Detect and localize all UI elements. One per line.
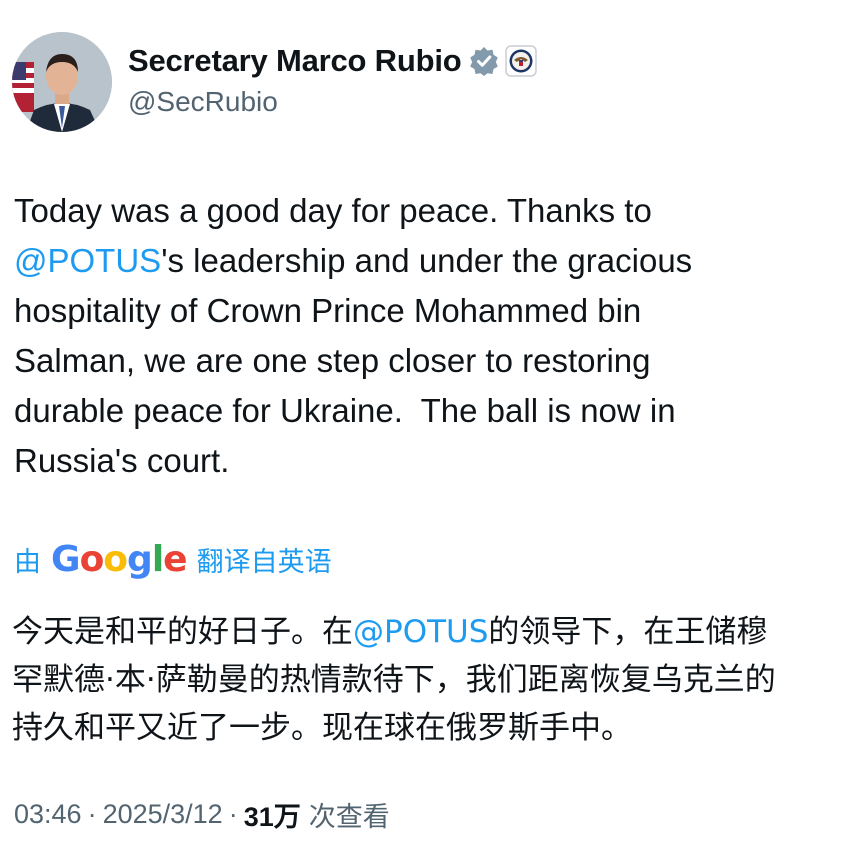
google-letter: o <box>79 538 105 580</box>
google-letter: o <box>103 538 128 580</box>
author-block: Secretary Marco Rubio @SecRubio <box>128 42 538 118</box>
meta-separator: · <box>228 798 238 829</box>
avatar-photo <box>12 32 112 132</box>
translated-line-2: 罕默德·本·萨勒曼的热情款待下，我们距离恢复乌克兰的 <box>12 662 776 698</box>
translated-text-segment: 的领导下，在王储穆 <box>488 614 768 650</box>
meta-separator: · <box>87 798 97 829</box>
tweet-time[interactable]: 03:46 <box>14 799 82 830</box>
google-letter: e <box>163 538 187 580</box>
tweet-line-2: 's leadership and under the gracious <box>161 242 693 279</box>
google-letter: g <box>127 538 153 580</box>
translated-line-1: 今天是和平的好日子。在@POTUS的领导下，在王储穆 <box>12 608 832 656</box>
state-department-seal-icon[interactable] <box>505 45 538 77</box>
tweet-date[interactable]: 2025/3/12 <box>103 799 223 830</box>
translated-line-3: 持久和平又近了一步。现在球在俄罗斯手中。 <box>12 710 632 746</box>
translation-attribution[interactable]: 由 Google 翻译自英语 <box>14 538 332 580</box>
translation-prefix: 由 <box>14 546 41 577</box>
views-count[interactable]: 31万 <box>244 795 301 834</box>
author-handle[interactable]: @SecRubio <box>128 86 537 118</box>
google-letter: l <box>151 538 164 580</box>
mention-link[interactable]: @POTUS <box>14 242 161 279</box>
verified-badge-icon[interactable] <box>469 46 499 76</box>
name-row: Secretary Marco Rubio <box>128 42 538 80</box>
translated-text: 今天是和平的好日子。在@POTUS的领导下，在王储穆 罕默德·本·萨勒曼的热情款… <box>12 608 832 752</box>
tweet-line-1: Today was a good day for peace. Thanks t… <box>14 192 652 229</box>
google-letter: G <box>51 538 81 580</box>
translation-suffix: 翻译自英语 <box>196 546 332 577</box>
tweet-line-6: Russia's court. <box>14 442 230 479</box>
avatar[interactable] <box>12 32 112 132</box>
tweet-meta: 03:46 · 2025/3/12 · 31万 次查看 <box>14 794 390 834</box>
google-logo: Google <box>51 538 188 580</box>
views-label: 次查看 <box>308 801 390 832</box>
tweet-line-3: hospitality of Crown Prince Mohammed bin <box>14 292 642 329</box>
translated-mention-link[interactable]: @POTUS <box>353 614 488 650</box>
tweet-line-4: Salman, we are one step closer to restor… <box>14 342 651 379</box>
tweet-header: Secretary Marco Rubio @SecRubio <box>12 32 538 132</box>
tweet-line-5: durable peace for Ukraine. The ball is n… <box>14 392 676 429</box>
translated-text-segment: 今天是和平的好日子。在 <box>12 614 353 650</box>
tweet-text: Today was a good day for peace. Thanks t… <box>14 186 834 486</box>
author-display-name[interactable]: Secretary Marco Rubio <box>128 43 462 79</box>
